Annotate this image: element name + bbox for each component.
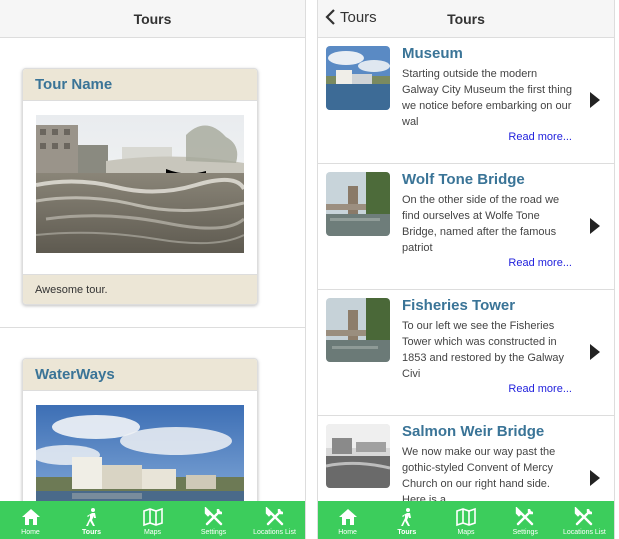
list-item-wolf-tone-bridge[interactable]: Wolf Tone Bridge On the other side of th… <box>318 164 614 290</box>
tour-card-waterways[interactable]: WaterWays <box>22 358 258 501</box>
tour-card-description: Awesome tour. <box>35 283 108 296</box>
item-text: We now make our way past the gothic-styl… <box>402 446 556 501</box>
list-item-fisheries-tower[interactable]: Fisheries Tower To our left we see the F… <box>318 290 614 416</box>
map-icon <box>142 507 163 527</box>
item-text: Starting outside the modern Galway City … <box>402 68 572 128</box>
read-more-link[interactable]: Read more... <box>508 131 572 143</box>
tour-card-tour-name[interactable]: Tour Name Awesome tour. <box>22 68 258 305</box>
walker-icon <box>85 508 96 526</box>
header-bar: Tours Tours <box>318 0 614 38</box>
tab-label: Tours <box>82 529 101 536</box>
tab-home[interactable]: Home <box>318 501 377 539</box>
bridge-thumbnail <box>326 172 390 236</box>
tools-icon <box>516 507 534 526</box>
tour-card-header: Tour Name <box>23 69 257 101</box>
museum-photo <box>326 46 390 110</box>
tour-card-list[interactable]: Tour Name Awesome tour. WaterWays <box>0 38 305 501</box>
tab-tours[interactable]: Tours <box>377 501 436 539</box>
tab-maps[interactable]: Maps <box>436 501 495 539</box>
list-item-museum[interactable]: Museum Starting outside the modern Galwa… <box>318 38 614 164</box>
tab-bar: Home Tours Maps Settings Locations List <box>0 501 305 539</box>
map-icon <box>456 507 476 527</box>
item-text: To our left we see the Fisheries Tower w… <box>402 320 565 380</box>
tour-card-header: WaterWays <box>23 359 257 391</box>
walker-icon <box>400 508 411 526</box>
tools-icon <box>204 507 222 526</box>
play-arrow-icon[interactable] <box>590 218 600 234</box>
tour-stops-list[interactable]: Museum Starting outside the modern Galwa… <box>318 38 614 501</box>
river-bridge-photo <box>35 115 246 253</box>
tools-icon <box>265 507 283 526</box>
tab-label: Settings <box>200 529 227 536</box>
play-arrow-icon[interactable] <box>590 470 600 486</box>
page-title: Tours <box>447 10 485 27</box>
tab-label: Maps <box>457 529 475 536</box>
read-more-link[interactable]: Read more... <box>508 383 572 395</box>
back-label: Tours <box>340 8 377 26</box>
tower-thumbnail <box>326 298 390 362</box>
tab-label: Locations List <box>253 529 296 536</box>
play-arrow-icon[interactable] <box>590 344 600 360</box>
museum-thumbnail <box>326 46 390 110</box>
divider <box>0 327 305 328</box>
read-more-link[interactable]: Read more... <box>508 257 572 269</box>
home-icon <box>21 509 40 525</box>
item-text: On the other side of the road we find ou… <box>402 194 560 254</box>
tab-label: Tours <box>397 529 417 536</box>
tab-tours[interactable]: Tours <box>61 501 122 539</box>
back-button[interactable]: Tours <box>324 8 377 26</box>
tab-label: Home <box>21 529 40 536</box>
tour-card-title: Tour Name <box>35 76 113 93</box>
tab-locations-list[interactable]: Locations List <box>244 501 305 539</box>
waterways-photo <box>32 405 244 501</box>
tab-settings[interactable]: Settings <box>183 501 244 539</box>
list-item-salmon-weir-bridge[interactable]: Salmon Weir Bridge We now make our way p… <box>318 416 614 501</box>
item-title: Wolf Tone Bridge <box>402 171 525 188</box>
home-icon <box>338 509 357 525</box>
chevron-left-icon <box>325 9 335 25</box>
tab-bar: Home Tours Maps Settings Locations List <box>318 501 614 539</box>
item-title: Fisheries Tower <box>402 297 516 314</box>
bridge-photo <box>326 172 390 236</box>
page-title: Tours <box>133 10 172 27</box>
tools-icon <box>575 507 593 526</box>
tab-maps[interactable]: Maps <box>122 501 183 539</box>
tab-label: Home <box>338 529 357 536</box>
item-title: Museum <box>402 45 463 62</box>
item-title: Salmon Weir Bridge <box>402 423 545 440</box>
tour-card-title: WaterWays <box>35 366 115 383</box>
tab-locations-list[interactable]: Locations List <box>555 501 614 539</box>
tab-label: Locations List <box>563 529 606 536</box>
play-arrow-icon[interactable] <box>590 92 600 108</box>
tour-card-body <box>23 391 257 501</box>
tower-photo <box>326 298 390 362</box>
tab-settings[interactable]: Settings <box>496 501 555 539</box>
tours-screen-left: Tours Tour Name Awesome tour. WaterWays … <box>0 0 306 539</box>
tours-screen-right: Tours Tours Museum Starting outside the … <box>317 0 615 539</box>
header-bar: Tours <box>0 0 305 38</box>
tour-card-footer: Awesome tour. <box>23 274 257 304</box>
tour-card-body <box>23 101 257 274</box>
tab-label: Maps <box>143 529 162 536</box>
tab-home[interactable]: Home <box>0 501 61 539</box>
weir-photo <box>326 424 390 488</box>
weir-thumbnail <box>326 424 390 488</box>
tab-label: Settings <box>512 529 538 536</box>
